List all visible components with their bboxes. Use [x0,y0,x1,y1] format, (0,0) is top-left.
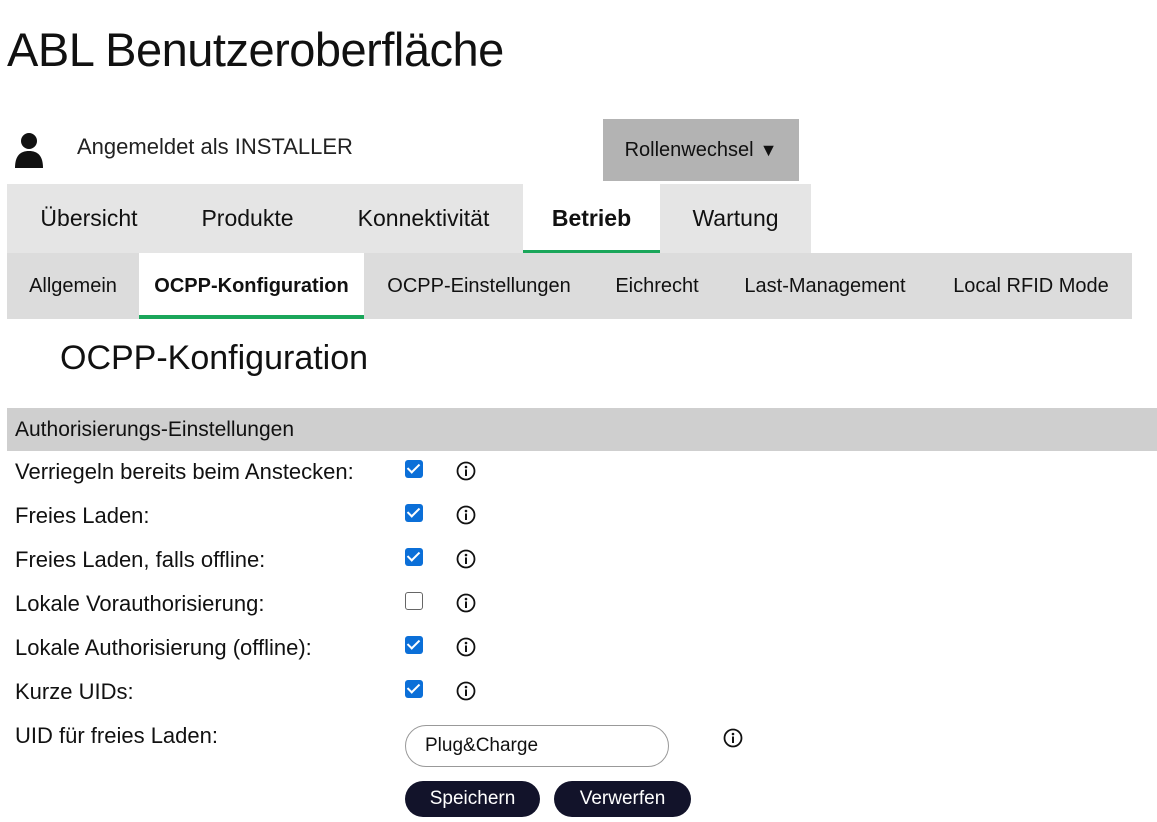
tab-label: Produkte [201,205,294,231]
setting-row: Kurze UIDs: [15,679,515,709]
main-tabs: Übersicht Produkte Konnektivität Betrieb… [7,184,811,253]
setting-label: Freies Laden: [15,503,150,528]
caret-down-icon: ▼ [759,139,778,160]
setting-label: Kurze UIDs: [15,679,134,704]
subtab-label: OCPP-Konfiguration [154,274,349,297]
uid-input[interactable] [405,725,669,767]
info-icon[interactable] [456,549,476,569]
setting-label: Lokale Authorisierung (offline): [15,635,312,660]
setting-label: Lokale Vorauthorisierung: [15,591,265,616]
user-info: Angemeldet als INSTALLER [14,130,414,170]
setting-checkbox[interactable] [405,680,423,698]
tab-betrieb[interactable]: Betrieb [523,184,660,253]
app-title: ABL Benutzeroberfläche [7,23,504,76]
tab-label: Wartung [692,205,779,231]
section-title: Authorisierungs-Einstellungen [15,417,294,441]
tab-uebersicht[interactable]: Übersicht [7,184,171,253]
subtab-label: Local RFID Mode [953,274,1109,297]
sub-tabs: Allgemein OCPP-Konfiguration OCPP-Einste… [7,253,1132,319]
tab-label: Übersicht [40,205,138,231]
info-icon[interactable] [456,461,476,481]
setting-row: Freies Laden, falls offline: [15,547,515,577]
tab-wartung[interactable]: Wartung [660,184,811,253]
person-icon [15,133,43,168]
logged-in-label: Angemeldet als INSTALLER [77,134,353,159]
subtab-label: OCPP-Einstellungen [387,274,571,297]
info-icon[interactable] [456,593,476,613]
info-icon[interactable] [456,505,476,525]
info-icon[interactable] [723,728,743,748]
setting-label: Freies Laden, falls offline: [15,547,266,572]
tab-konnektivitaet[interactable]: Konnektivität [324,184,523,253]
setting-row: Lokale Vorauthorisierung: [15,591,515,621]
setting-checkbox[interactable] [405,504,423,522]
subtab-label: Allgemein [29,274,117,297]
save-button[interactable]: Speichern [405,781,540,817]
subtab-label: Eichrecht [615,274,699,297]
subtab-allgemein[interactable]: Allgemein [7,253,139,319]
setting-checkbox[interactable] [405,592,423,610]
subtab-eichrecht[interactable]: Eichrecht [594,253,720,319]
setting-checkbox[interactable] [405,636,423,654]
uid-label: UID für freies Laden: [15,723,218,748]
tab-label: Betrieb [551,205,632,231]
setting-checkbox[interactable] [405,548,423,566]
page-title: OCPP-Konfiguration [60,339,369,377]
setting-label: Verriegeln bereits beim Anstecken: [15,459,354,484]
role-switch-button[interactable]: Rollenwechsel ▼ [603,119,799,181]
subtab-label: Last-Management [744,274,906,297]
setting-row: Verriegeln bereits beim Anstecken: [15,459,515,489]
info-icon[interactable] [456,637,476,657]
subtab-ocpp-konfiguration[interactable]: OCPP-Konfiguration [139,253,364,319]
tab-label: Konnektivität [357,205,490,231]
tab-produkte[interactable]: Produkte [171,184,324,253]
section-header: Authorisierungs-Einstellungen [7,408,1157,451]
role-switch-label: Rollenwechsel [624,138,754,161]
setting-checkbox[interactable] [405,460,423,478]
subtab-last-management[interactable]: Last-Management [720,253,930,319]
setting-row: Lokale Authorisierung (offline): [15,635,515,665]
setting-row: Freies Laden: [15,503,515,533]
subtab-local-rfid-mode[interactable]: Local RFID Mode [930,253,1132,319]
subtab-ocpp-einstellungen[interactable]: OCPP-Einstellungen [364,253,594,319]
info-icon[interactable] [456,681,476,701]
discard-button[interactable]: Verwerfen [554,781,691,817]
